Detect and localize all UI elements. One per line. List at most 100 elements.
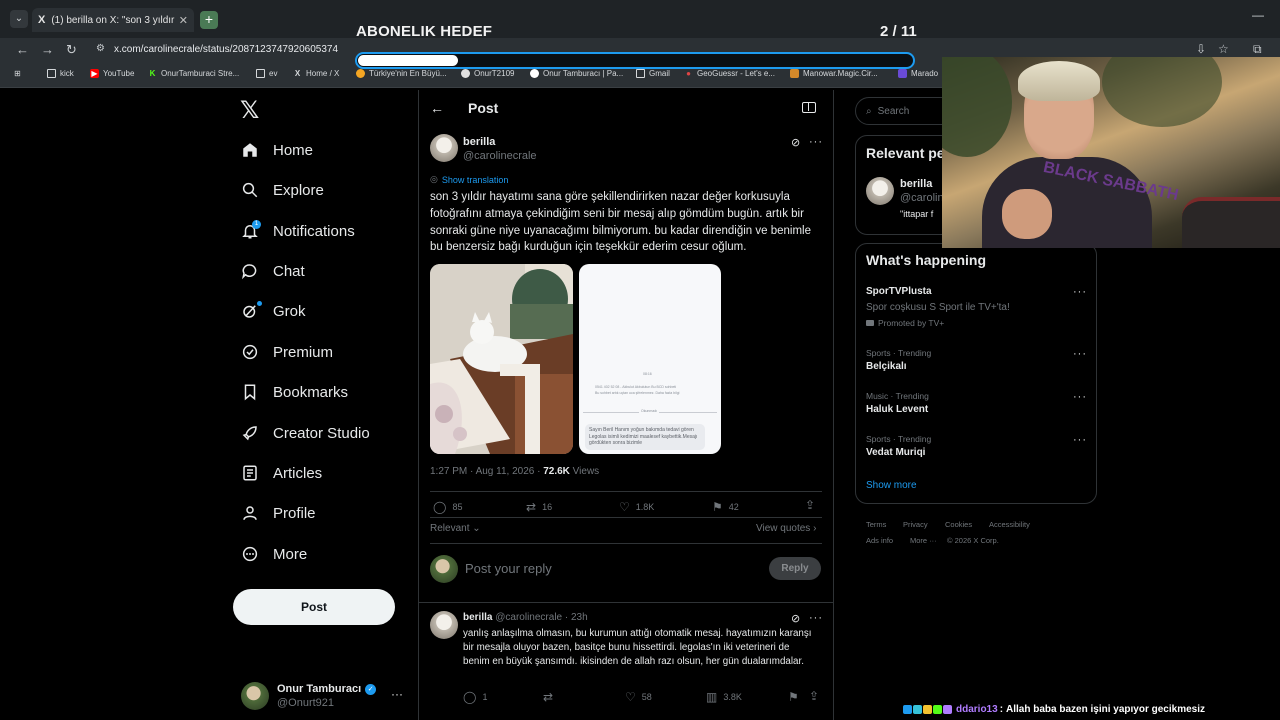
- relevant-person-avatar[interactable]: [866, 177, 894, 205]
- post-image-message-screenshot[interactable]: 08:16 0541 402 52 08 - Akbulut Akbulutun…: [579, 264, 721, 454]
- more-circle-icon: [240, 544, 260, 564]
- nav-creator-studio[interactable]: Creator Studio: [240, 418, 370, 448]
- trend-name[interactable]: Vedat Muriqi: [866, 447, 925, 458]
- reply-author[interactable]: berilla @carolinecrale · 23h: [463, 612, 588, 623]
- author-avatar[interactable]: [430, 134, 458, 162]
- bookmark-gmail[interactable]: Gmail: [636, 69, 670, 78]
- footer-more[interactable]: More ···: [910, 536, 937, 545]
- whats-happening-title: What's happening: [866, 252, 986, 268]
- reload-icon[interactable]: ↻: [66, 42, 77, 58]
- reply-input[interactable]: Post your reply: [465, 561, 552, 576]
- footer-accessibility[interactable]: Accessibility: [989, 520, 1030, 529]
- promoted-icon: [866, 320, 874, 326]
- reply-action[interactable]: ◯ 85: [433, 500, 462, 514]
- x-logo-icon[interactable]: 𝕏: [240, 96, 259, 125]
- trend-more-icon[interactable]: ···: [1073, 391, 1087, 403]
- reply-author-avatar[interactable]: [430, 611, 458, 639]
- reader-mode-icon[interactable]: [802, 102, 816, 113]
- browser-tab[interactable]: X (1) berilla on X: "son 3 yıldır ha... …: [32, 8, 194, 32]
- bookmark-onurt2109[interactable]: OnurT2109: [461, 69, 514, 78]
- bookmark-onurtamburaci-stream[interactable]: K OnurTamburaci Stre...: [148, 69, 240, 78]
- bookmark-turkiye[interactable]: Türkiye'nin En Büyü...: [356, 69, 447, 78]
- trend-name[interactable]: SporTVPlusta: [866, 286, 932, 297]
- reply-repost-action[interactable]: ⇄: [543, 690, 559, 704]
- trend-name[interactable]: Belçikalı: [866, 361, 907, 372]
- doc-date: 08:16: [643, 372, 652, 376]
- chat-badge-icon: [903, 705, 912, 714]
- url-field[interactable]: x.com/carolinecrale/status/2087123747920…: [114, 44, 338, 55]
- author-name[interactable]: berilla: [463, 136, 495, 148]
- post-image-cat[interactable]: [430, 264, 573, 454]
- bookmark-home-x[interactable]: X Home / X: [293, 69, 340, 78]
- post-header-title: Post: [468, 100, 499, 116]
- show-translation-link[interactable]: ◎ Show translation: [430, 174, 508, 185]
- back-arrow-icon[interactable]: ←: [430, 100, 444, 116]
- article-icon: [240, 463, 260, 483]
- trend-more-icon[interactable]: ···: [1073, 434, 1087, 446]
- like-action[interactable]: ♡ 1.8K: [619, 500, 654, 514]
- reply-more-icon[interactable]: ···: [809, 612, 823, 624]
- nav-articles[interactable]: Articles: [240, 458, 322, 488]
- nav-more[interactable]: More: [240, 539, 307, 569]
- nav-label: Home: [273, 141, 314, 159]
- bookmark-manowar[interactable]: Manowar.Magic.Cir...: [790, 69, 878, 78]
- repost-action[interactable]: ⇄ 16: [526, 500, 552, 514]
- grok-explain-icon[interactable]: ⊘: [791, 612, 800, 625]
- grok-explain-icon[interactable]: ⊘: [791, 136, 800, 149]
- nav-label: Creator Studio: [273, 424, 370, 442]
- share-action[interactable]: ⇪: [805, 498, 821, 512]
- trend-more-icon[interactable]: ···: [1073, 348, 1087, 360]
- account-name[interactable]: Onur Tamburacı ✓: [277, 683, 377, 695]
- extensions-icon[interactable]: ⧉: [1253, 42, 1262, 57]
- nav-chat[interactable]: Chat: [240, 256, 305, 286]
- nav-label: Profile: [273, 504, 316, 522]
- footer-terms[interactable]: Terms: [866, 520, 886, 529]
- nav-home[interactable]: Home: [240, 135, 313, 165]
- chat-badge-icon: [933, 705, 942, 714]
- nav-profile[interactable]: Profile: [240, 498, 316, 528]
- site-info-icon[interactable]: ⚙: [96, 43, 105, 54]
- relevant-person-name[interactable]: berilla: [900, 178, 932, 190]
- compose-post-button[interactable]: Post: [233, 589, 395, 625]
- bookmark-kick[interactable]: kick: [47, 69, 74, 78]
- reply-views-action[interactable]: ▥ 3.8K: [706, 690, 742, 704]
- back-arrow-icon[interactable]: ←: [16, 42, 29, 57]
- reply-button[interactable]: Reply: [769, 557, 821, 580]
- new-tab-button[interactable]: +: [200, 11, 218, 29]
- chat-icon: [240, 261, 260, 281]
- author-handle[interactable]: @carolinecrale: [463, 150, 537, 162]
- footer-ads-info[interactable]: Ads info: [866, 536, 893, 545]
- nav-bookmarks[interactable]: Bookmarks: [240, 377, 348, 407]
- bookmark-geoguessr[interactable]: ● GeoGuessr - Let's e...: [684, 69, 775, 78]
- reply-reply-action[interactable]: ◯ 1: [463, 690, 487, 704]
- show-more-link[interactable]: Show more: [866, 480, 917, 491]
- trend-name[interactable]: Haluk Levent: [866, 404, 928, 415]
- reply-share-action[interactable]: ⇪: [809, 689, 825, 703]
- install-app-icon[interactable]: ⇩: [1196, 42, 1206, 56]
- tab-search-button[interactable]: ⌄: [10, 10, 28, 28]
- footer-cookies[interactable]: Cookies: [945, 520, 972, 529]
- bookmark-ev[interactable]: ev: [256, 69, 277, 78]
- bookmark-action[interactable]: ⚑ 42: [712, 500, 739, 514]
- forward-arrow-icon[interactable]: →: [41, 42, 54, 57]
- reply-sort-dropdown[interactable]: Relevant ⌄: [430, 523, 481, 534]
- tab-close-icon[interactable]: ✕: [179, 14, 188, 27]
- nav-grok[interactable]: Grok: [240, 296, 306, 326]
- bookmark-onur-pa[interactable]: Onur Tamburacı | Pa...: [530, 69, 623, 78]
- bookmark-youtube[interactable]: ▶ YouTube: [90, 69, 134, 78]
- footer-privacy[interactable]: Privacy: [903, 520, 928, 529]
- reply-bookmark-action[interactable]: ⚑: [788, 690, 805, 704]
- nav-premium[interactable]: Premium: [240, 337, 333, 367]
- apps-grid-icon[interactable]: ⊞: [14, 69, 21, 78]
- post-more-icon[interactable]: ···: [809, 136, 823, 148]
- bookmark-star-icon[interactable]: ☆: [1218, 42, 1229, 56]
- reply-icon: ◯: [463, 690, 477, 704]
- nav-explore[interactable]: Explore: [240, 175, 324, 205]
- trend-more-icon[interactable]: ···: [1073, 286, 1087, 298]
- view-quotes-link[interactable]: View quotes ›: [756, 523, 816, 534]
- account-more-icon[interactable]: ···: [391, 687, 403, 701]
- account-avatar[interactable]: [241, 682, 269, 710]
- bookmark-marado[interactable]: Marado: [898, 69, 938, 78]
- reply-like-action[interactable]: ♡ 58: [625, 690, 652, 704]
- minimize-window-icon[interactable]: —: [1252, 8, 1264, 22]
